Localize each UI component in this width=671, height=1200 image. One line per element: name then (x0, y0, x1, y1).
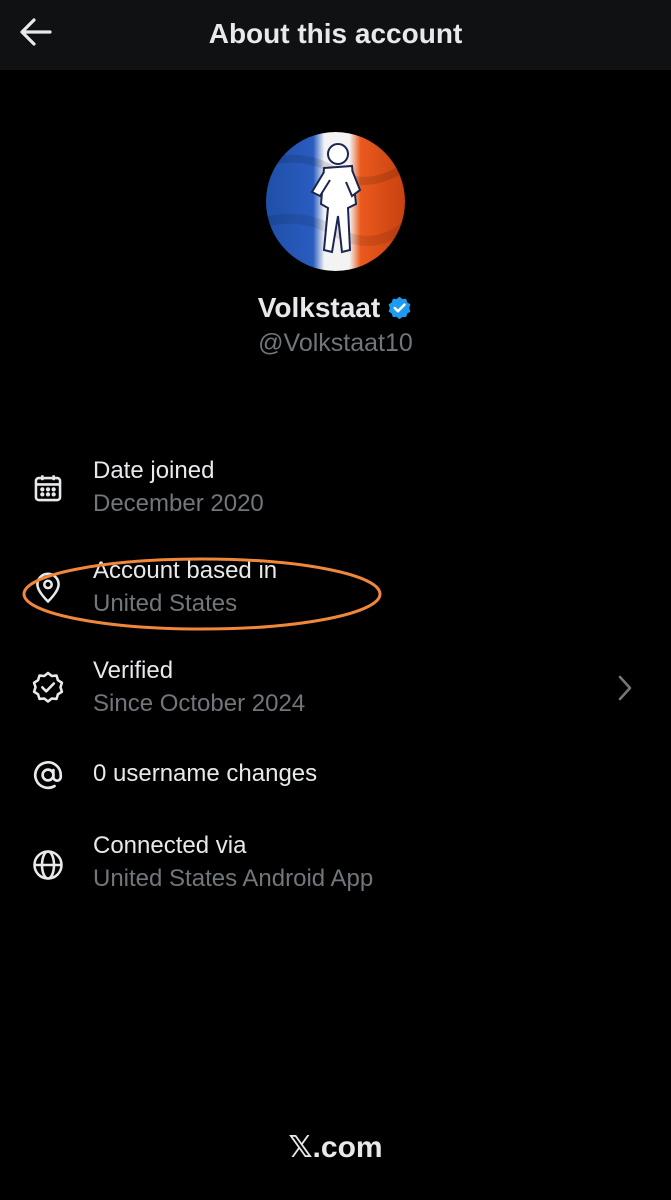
connected-via-label: Connected via (93, 832, 247, 859)
verified-row[interactable]: Verified Since October 2024 (0, 655, 671, 735)
account-based-in-value: United States (93, 590, 238, 617)
verified-value: Since October 2024 (93, 690, 306, 717)
verified-badge-icon (386, 295, 413, 322)
date-joined-row: Date joined December 2020 (0, 455, 671, 535)
page-title: About this account (208, 18, 463, 49)
account-based-in-text: Account based in United States (93, 555, 277, 621)
connected-via-text: Connected via United States Android App (93, 830, 373, 896)
date-joined-label: Date joined (93, 457, 215, 484)
username-changes-text: 0 username changes (93, 758, 317, 790)
connected-via-value: United States Android App (93, 865, 374, 892)
profile-name-row: Volkstaat (0, 290, 671, 326)
calendar-icon (28, 468, 68, 508)
username-handle: @Volkstaat10 (258, 329, 413, 357)
verified-text: Verified Since October 2024 (93, 655, 305, 721)
x-com-watermark: 𝕏.com (288, 1131, 383, 1164)
location-pin-icon (28, 568, 68, 608)
account-based-in-row: Account based in United States (0, 555, 671, 635)
display-name: Volkstaat (257, 292, 381, 323)
connected-via-row: Connected via United States Android App (0, 830, 671, 910)
globe-icon (28, 845, 68, 885)
verified-label: Verified (93, 657, 174, 684)
verified-check-icon (28, 668, 68, 708)
top-bar: About this account (0, 0, 671, 70)
avatar[interactable] (266, 132, 405, 271)
account-based-in-label: Account based in (93, 557, 278, 584)
at-sign-icon (28, 755, 68, 795)
date-joined-text: Date joined December 2020 (93, 455, 264, 521)
date-joined-value: December 2020 (93, 490, 264, 517)
chevron-right-icon (613, 668, 637, 708)
username-changes-row: 0 username changes (0, 755, 671, 835)
username-changes-label: 0 username changes (93, 760, 318, 787)
